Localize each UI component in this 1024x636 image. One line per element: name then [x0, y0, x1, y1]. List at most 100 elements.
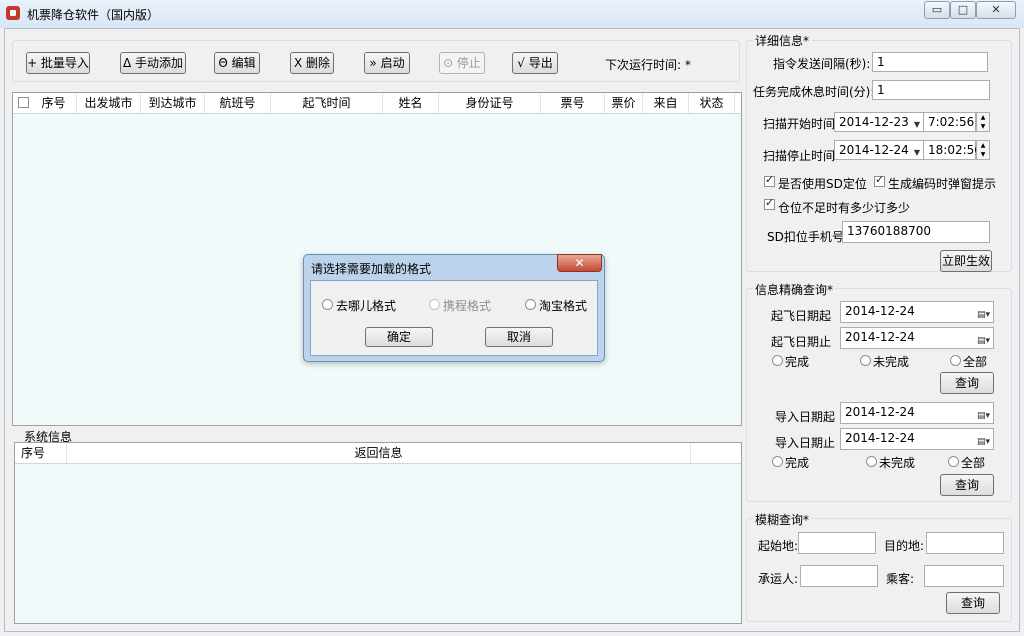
depart-from-label: 起飞日期起 — [771, 309, 832, 323]
import-done-radio[interactable] — [772, 456, 783, 467]
window-title: 机票降仓软件（国内版） — [27, 8, 160, 22]
taobao-format-label: 淘宝格式 — [539, 299, 588, 313]
maximize-button[interactable]: □ — [950, 1, 976, 19]
apply-now-button[interactable]: 立即生效 — [940, 250, 992, 272]
scan-stop-time-spinner[interactable]: ▲ ▼ — [976, 140, 990, 160]
start-button[interactable]: » 启动 — [364, 52, 410, 74]
scan-stop-label: 扫描停止时间: — [763, 149, 840, 163]
column-header[interactable]: 到达城市 — [141, 93, 205, 113]
depart-not-done-label: 未完成 — [873, 355, 910, 369]
dropdown-arrow-icon: ▼ — [913, 148, 920, 157]
ctrip-format-label: 携程格式 — [443, 299, 492, 313]
select-all-checkbox[interactable] — [18, 97, 29, 108]
sd-phone-label: SD扣位手机号 — [767, 230, 844, 244]
send-interval-label: 指令发送间隔(秒): — [773, 57, 871, 71]
depart-done-radio[interactable] — [772, 355, 783, 366]
depart-to-date-picker[interactable]: 2014-12-24 ▤▾ — [840, 327, 994, 349]
scan-stop-time-input[interactable]: 18:02:56 — [924, 140, 982, 160]
passenger-label: 乘客: — [886, 572, 915, 586]
scan-start-time-input[interactable]: 7:02:56 — [924, 112, 976, 132]
column-header[interactable]: 序号 — [31, 93, 77, 113]
import-all-label: 全部 — [961, 456, 986, 470]
column-header[interactable]: 出发城市 — [77, 93, 141, 113]
import-from-date: 2014-12-24 — [845, 405, 915, 419]
shortage-checkbox[interactable] — [764, 196, 775, 210]
export-button[interactable]: √ 导出 — [512, 52, 558, 74]
column-header[interactable]: 状态 — [689, 93, 735, 113]
rest-interval-input[interactable]: 1 — [872, 80, 990, 100]
depart-all-label: 全部 — [963, 355, 988, 369]
shortage-label: 仓位不足时有多少订多少 — [778, 201, 911, 215]
details-title: 详细信息* — [753, 32, 812, 49]
calendar-icon: ▤▾ — [976, 437, 990, 447]
use-sd-label: 是否使用SD定位 — [778, 177, 867, 191]
system-info-table[interactable]: 序号 返回信息 — [14, 442, 742, 624]
import-to-date-picker[interactable]: 2014-12-24 ▤▾ — [840, 428, 994, 450]
send-interval-input[interactable]: 1 — [872, 52, 988, 72]
import-not-done-label: 未完成 — [879, 456, 916, 470]
column-header[interactable]: 姓名 — [383, 93, 439, 113]
scan-stop-date: 2014-12-24 — [839, 143, 909, 157]
sd-phone-input[interactable]: 13760188700 — [842, 221, 990, 243]
popup-label: 生成编码时弹窗提示 — [888, 177, 997, 191]
column-header[interactable]: 票号 — [541, 93, 605, 113]
destination-label: 目的地: — [884, 539, 925, 553]
column-header[interactable]: 起飞时间 — [271, 93, 383, 113]
dialog-cancel-button[interactable]: 取消 — [485, 327, 553, 347]
origin-label: 起始地: — [758, 539, 799, 553]
depart-from-date-picker[interactable]: 2014-12-24 ▤▾ — [840, 301, 994, 323]
import-from-date-picker[interactable]: 2014-12-24 ▤▾ — [840, 402, 994, 424]
taobao-format-radio[interactable] — [525, 299, 536, 310]
rest-interval-label: 任务完成休息时间(分): — [753, 85, 875, 99]
ctrip-format-radio[interactable] — [429, 299, 440, 310]
exact-query-title: 信息精确查询* — [753, 281, 836, 298]
depart-query-button[interactable]: 查询 — [940, 372, 994, 394]
column-header[interactable]: 航班号 — [205, 93, 271, 113]
manual-add-button[interactable]: Δ 手动添加 — [120, 52, 186, 74]
qunar-format-label: 去哪儿格式 — [336, 299, 397, 313]
import-query-button[interactable]: 查询 — [940, 474, 994, 496]
depart-not-done-radio[interactable] — [860, 355, 871, 366]
stop-button[interactable]: ⊙ 停止 — [439, 52, 485, 74]
popup-checkbox[interactable] — [874, 173, 885, 187]
dialog-ok-button[interactable]: 确定 — [365, 327, 433, 347]
column-header[interactable]: 身份证号 — [439, 93, 541, 113]
next-run-label: 下次运行时间: * — [605, 58, 691, 72]
origin-input[interactable] — [798, 532, 876, 554]
close-button[interactable]: ✕ — [976, 1, 1016, 19]
depart-done-label: 完成 — [785, 355, 810, 369]
passenger-input[interactable] — [924, 565, 1004, 587]
scan-start-date: 2014-12-23 — [839, 115, 909, 129]
use-sd-checkbox[interactable] — [764, 173, 775, 187]
fuzzy-query-button[interactable]: 查询 — [946, 592, 1000, 614]
import-to-date: 2014-12-24 — [845, 431, 915, 445]
batch-import-button[interactable]: + 批量导入 — [26, 52, 90, 74]
delete-button[interactable]: X 删除 — [290, 52, 334, 74]
orders-table-header: 序号 出发城市 到达城市 航班号 起飞时间 姓名 身份证号 票号 票价 来自 状… — [13, 93, 741, 114]
column-header[interactable]: 序号 — [15, 443, 67, 463]
column-header[interactable]: 票价 — [605, 93, 643, 113]
dropdown-arrow-icon: ▼ — [913, 120, 920, 129]
depart-to-date: 2014-12-24 — [845, 330, 915, 344]
dialog-body: 去哪儿格式 携程格式 淘宝格式 确定 取消 — [310, 280, 598, 356]
depart-all-radio[interactable] — [950, 355, 961, 366]
depart-to-label: 起飞日期止 — [771, 335, 832, 349]
carrier-input[interactable] — [800, 565, 878, 587]
dialog-close-button[interactable]: ✕ — [557, 254, 602, 272]
scan-start-time-spinner[interactable]: ▲ ▼ — [976, 112, 990, 132]
carrier-label: 承运人: — [758, 572, 799, 586]
title-bar: 机票降仓软件（国内版） ▭ □ ✕ — [0, 0, 1024, 28]
minimize-button[interactable]: ▭ — [924, 1, 950, 19]
scan-stop-date-picker[interactable]: 2014-12-24 ▼ — [834, 140, 924, 160]
import-not-done-radio[interactable] — [866, 456, 877, 467]
dialog-title: 请选择需要加载的格式 — [311, 262, 432, 276]
scan-start-date-picker[interactable]: 2014-12-23 ▼ — [834, 112, 924, 132]
edit-button[interactable]: Θ 编辑 — [214, 52, 260, 74]
calendar-icon: ▤▾ — [976, 336, 990, 346]
qunar-format-radio[interactable] — [322, 299, 333, 310]
destination-input[interactable] — [926, 532, 1004, 554]
import-all-radio[interactable] — [948, 456, 959, 467]
import-done-label: 完成 — [785, 456, 810, 470]
column-header[interactable]: 返回信息 — [67, 443, 691, 463]
column-header[interactable]: 来自 — [643, 93, 689, 113]
